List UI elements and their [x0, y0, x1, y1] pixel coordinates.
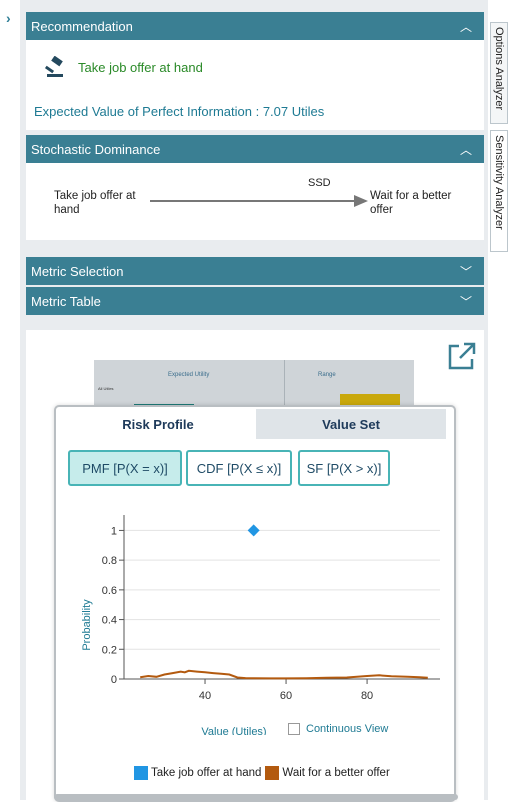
- risk-profile-card: Risk Profile Value Set PMF [P(X = x)] CD…: [54, 405, 456, 802]
- legend-swatch: [265, 766, 280, 780]
- continuous-view-label: Continuous View: [306, 723, 389, 735]
- chevron-up-icon[interactable]: ︿: [460, 18, 472, 35]
- evpi-text: Expected Value of Perfect Information : …: [34, 104, 325, 119]
- y-tick-label: 0.4: [102, 615, 117, 627]
- series-line-wait-for-better-offer: [140, 669, 428, 680]
- continuous-view-checkbox[interactable]: Continuous View: [288, 723, 388, 735]
- legend-item-wait: Wait for a better offer: [265, 766, 390, 780]
- metric-selection-title: Metric Selection: [31, 263, 124, 279]
- analysis-panel: Recommendation ︿ Take job offer at hand …: [20, 0, 488, 802]
- thumb-col1: Expected Utility: [168, 372, 210, 378]
- chevron-down-icon[interactable]: ﹀: [460, 263, 472, 280]
- legend-item-take-job: Take job offer at hand: [134, 766, 261, 780]
- stochastic-dominance-body: Take job offer at hand SSD Wait for a be…: [26, 163, 484, 240]
- thumb-row1: All Utiles: [98, 386, 114, 391]
- chevron-right-icon[interactable]: ›: [6, 10, 11, 26]
- chart-legend: Take job offer at hand Wait for a better…: [134, 766, 394, 780]
- legend-label: Wait for a better offer: [282, 767, 390, 779]
- y-tick-label: 0.6: [102, 585, 117, 597]
- tab-sensitivity-analyzer-label: Sensitivity Analyzer: [493, 135, 505, 230]
- metric-table-title: Metric Table: [31, 293, 101, 309]
- horizontal-scrollbar[interactable]: [54, 794, 458, 800]
- y-tick-label: 0: [111, 674, 117, 686]
- chevron-down-icon[interactable]: ﹀: [460, 293, 472, 310]
- tab-options-analyzer[interactable]: Options Analyzer: [490, 22, 508, 124]
- dominance-type: SSD: [308, 177, 331, 189]
- x-tick-label: 60: [280, 690, 292, 702]
- metric-table-header[interactable]: Metric Table ﹀: [26, 287, 484, 315]
- sf-button[interactable]: SF [P(X > x)]: [298, 450, 390, 486]
- legend-swatch: [134, 766, 148, 780]
- gavel-icon: [44, 56, 63, 77]
- tab-sensitivity-analyzer[interactable]: Sensitivity Analyzer: [490, 130, 508, 252]
- stochastic-dominance-header[interactable]: Stochastic Dominance ︿: [26, 135, 484, 163]
- dominated-option: Wait for a better offer: [370, 190, 452, 216]
- x-axis-label: Value (Utiles): [201, 726, 266, 735]
- tab-options-analyzer-label: Options Analyzer: [493, 27, 505, 111]
- recommendation-header[interactable]: Recommendation ︿: [26, 12, 484, 40]
- recommendation-title: Recommendation: [31, 18, 133, 34]
- collapsed-sidebar: ›: [0, 0, 21, 800]
- pmf-button[interactable]: PMF [P(X = x)]: [68, 450, 182, 486]
- thumb-col2: Range: [318, 372, 336, 378]
- pmf-chart: 0 0.2 0.4 0.6 0.8 1 40 60 80 Probability Value (…: [81, 515, 440, 735]
- background-chart-thumbnail: Expected Utility Range All Utiles Row 2: [94, 360, 414, 410]
- x-tick-label: 40: [199, 690, 211, 702]
- diamond-point-take-job-offer[interactable]: [247, 524, 260, 537]
- recommended-option: Take job offer at hand: [78, 60, 203, 75]
- y-tick-label: 1: [111, 525, 117, 537]
- popout-icon[interactable]: [446, 340, 478, 372]
- y-tick-label: 0.8: [102, 555, 117, 567]
- checkbox-box[interactable]: [288, 723, 300, 735]
- cdf-button[interactable]: CDF [P(X ≤ x)]: [186, 450, 292, 486]
- dominance-arrow: [150, 195, 368, 207]
- chevron-up-icon[interactable]: ︿: [460, 141, 472, 158]
- metric-selection-header[interactable]: Metric Selection ﹀: [26, 257, 484, 285]
- legend-label: Take job offer at hand: [151, 767, 262, 779]
- tab-value-set[interactable]: Value Set: [256, 409, 446, 439]
- y-axis-label: Probability: [81, 599, 93, 651]
- x-tick-label: 80: [361, 690, 373, 702]
- tab-risk-profile[interactable]: Risk Profile: [60, 409, 256, 439]
- chart-area: Expected Utility Range All Utiles Row 2 …: [26, 330, 484, 802]
- dominant-option: Take job offer at hand: [54, 190, 136, 216]
- recommendation-body: Take job offer at hand Expected Value of…: [26, 40, 484, 130]
- stochastic-dominance-title: Stochastic Dominance: [31, 141, 161, 157]
- y-tick-label: 0.2: [102, 644, 117, 656]
